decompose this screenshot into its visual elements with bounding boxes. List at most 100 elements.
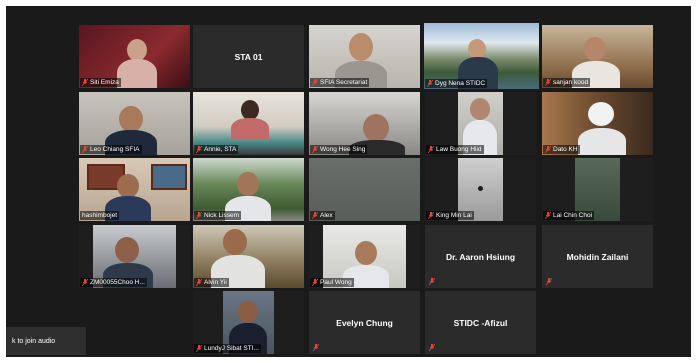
participant-name: LundyJ Sibat STI... [204,345,259,352]
participant-tile[interactable]: Alex [309,158,420,221]
participant-name: Dyg Nena STIDC [435,80,486,87]
participant-tile[interactable]: STA 01 [193,25,304,88]
person-body [117,59,157,88]
participant-label: Paul Wong [310,278,354,287]
mic-muted-icon [312,212,318,219]
participant-tile[interactable]: Paul Wong [309,225,420,288]
person-head [117,174,139,198]
video-gallery: Siti Emiza STA 01 SFIA Secretariat Dyg N… [6,6,691,357]
participant-label: Siti Emiza [80,78,121,87]
participant-name: Alvin Yii [204,279,227,286]
participant-label: Wong Hee Sing [310,145,368,154]
participant-tile[interactable]: King Min Lai [425,158,536,221]
mic-muted-icon [312,279,318,286]
participant-name: STA 01 [234,51,263,62]
participant-tile[interactable]: ZM00055Choo H... [79,225,190,288]
participant-name: SFIA Secretariat [320,79,368,86]
participant-tile[interactable]: hashimbojet [79,158,190,221]
participant-tile[interactable]: Lai Chin Choi [542,158,653,221]
participant-tile[interactable]: LundyJ Sibat STI... [193,291,304,354]
person-head [238,301,258,323]
participant-tile[interactable]: Dr. Aaron Hsiung [425,225,536,288]
person-head [115,237,139,263]
mic-muted-icon [196,279,202,286]
participant-tile[interactable]: SFIA Secretariat [309,25,420,88]
participant-label: Annie, STA [194,145,239,154]
participant-name: sanjan kood [553,79,589,86]
participant-name: Nick Lissem [204,212,240,219]
participant-name: Paul Wong [320,279,352,286]
participant-tile[interactable]: Evelyn Chung [309,291,420,354]
mic-muted-icon [312,79,318,86]
participant-tile[interactable]: Nick Lissem [193,158,304,221]
mic-muted-icon [313,344,319,351]
participant-tile[interactable]: Leo Chiang SFIA [79,92,190,155]
participant-name: Law Buong Hiid [436,146,482,153]
mic-muted-icon [545,212,551,219]
mic-muted-icon [546,278,552,285]
person-head [119,106,143,132]
participant-name: Lai Chin Choi [553,212,593,219]
camera-dot [478,186,483,191]
participant-label: Alvin Yii [194,278,229,287]
participant-name: Wong Hee Sing [320,146,366,153]
join-audio-button[interactable]: k to join audio [6,327,86,355]
participant-tile[interactable]: sanjan kood [542,25,653,88]
mic-muted-icon [545,146,551,153]
participant-tile[interactable]: STIDC -Afizul [425,291,536,354]
person-head [584,37,606,61]
participant-label: LundyJ Sibat STI... [194,344,261,353]
participant-name: ZM00055Choo H... [90,279,145,286]
participant-tile[interactable]: Alvin Yii [193,225,304,288]
mic-muted-icon [429,278,435,285]
participant-label: Alex [310,211,335,220]
person-head [237,172,259,196]
participant-tile[interactable]: Law Buong Hiid [425,92,536,155]
mic-muted-icon [82,79,88,86]
participant-label: Lai Chin Choi [543,211,595,220]
participant-label: hashimbojet [80,211,120,220]
mic-muted-icon [196,146,202,153]
participant-label: Dyg Nena STIDC [425,79,488,88]
person-body [578,128,626,155]
participant-tile[interactable]: Siti Emiza [79,25,190,88]
participant-name: Dr. Aaron Hsiung [445,251,516,262]
mic-muted-icon [429,344,435,351]
mic-muted-icon [545,79,551,86]
mic-muted-icon [427,80,433,87]
mic-muted-icon [312,146,318,153]
participant-label: Nick Lissem [194,211,242,220]
participant-name: Alex [320,212,333,219]
participant-tile[interactable]: Wong Hee Sing [309,92,420,155]
participant-name: Siti Emiza [90,79,119,86]
mic-muted-icon [428,212,434,219]
participant-name: Leo Chiang SFIA [90,146,140,153]
participant-label: King Min Lai [426,211,474,220]
person-head [349,33,373,61]
participant-name: Annie, STA [204,146,237,153]
mic-muted-icon [82,279,88,286]
participant-tile-active-speaker[interactable]: Dyg Nena STIDC [424,23,539,89]
mic-muted-icon [196,212,202,219]
person-head [468,39,486,59]
participant-label: sanjan kood [543,78,591,87]
participant-name: Mohidin Zailani [566,251,629,262]
participant-name: King Min Lai [436,212,472,219]
person-head [127,39,147,61]
mic-muted-icon [82,146,88,153]
participant-name: Evelyn Chung [336,317,393,328]
participant-tile[interactable]: Annie, STA [193,92,304,155]
participant-name: Dato KH [553,146,578,153]
participant-label: Leo Chiang SFIA [80,145,142,154]
participant-name: hashimbojet [82,212,118,219]
person-body [231,118,269,140]
participant-tile[interactable]: Dato KH [542,92,653,155]
participant-label: SFIA Secretariat [310,78,370,87]
person-head [363,114,389,142]
person-head [223,229,247,255]
participant-label: Law Buong Hiid [426,145,484,154]
person-head [355,241,377,265]
participant-label: ZM00055Choo H... [80,278,147,287]
participant-tile[interactable]: Mohidin Zailani [542,225,653,288]
join-audio-label: k to join audio [12,337,56,345]
